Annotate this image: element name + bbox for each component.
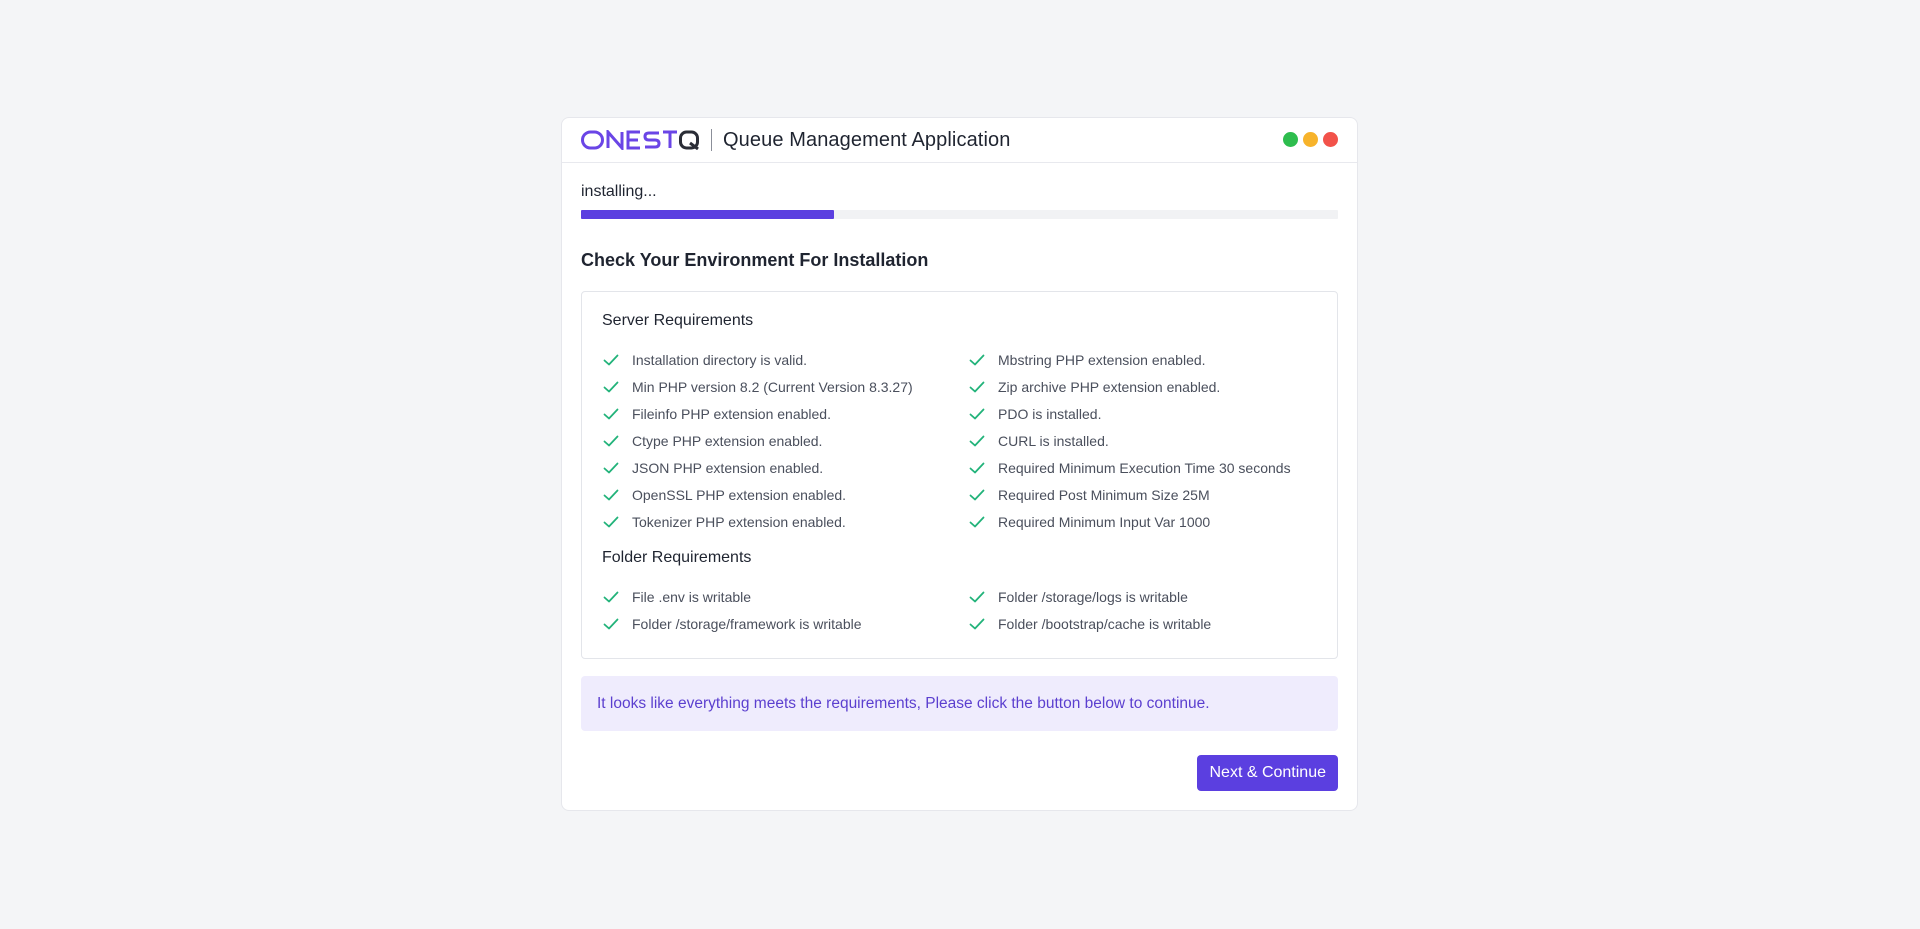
requirement-item: JSON PHP extension enabled. [602, 454, 968, 481]
requirement-label: Installation directory is valid. [632, 351, 808, 368]
requirement-label: Required Minimum Execution Time 30 secon… [998, 459, 1291, 476]
requirement-item: Installation directory is valid. [602, 346, 968, 373]
progress-bar [581, 210, 1338, 219]
requirement-item: Ctype PHP extension enabled. [602, 427, 968, 454]
requirement-label: JSON PHP extension enabled. [632, 459, 824, 476]
requirement-item: Min PHP version 8.2 (Current Version 8.3… [602, 373, 968, 400]
requirement-label: Ctype PHP extension enabled. [632, 432, 823, 449]
check-icon [969, 354, 985, 365]
requirements-notice: It looks like everything meets the requi… [581, 676, 1338, 731]
next-continue-button[interactable]: Next & Continue [1197, 755, 1338, 791]
requirement-label: CURL is installed. [998, 432, 1109, 449]
requirement-item: OpenSSL PHP extension enabled. [602, 481, 968, 508]
check-icon [603, 408, 619, 419]
requirement-label: File .env is writable [632, 588, 752, 605]
requirement-item: Folder /storage/framework is writable [602, 610, 968, 637]
requirement-label: Mbstring PHP extension enabled. [998, 351, 1206, 368]
requirement-label: Tokenizer PHP extension enabled. [632, 513, 846, 530]
check-icon [969, 435, 985, 446]
requirement-item: Fileinfo PHP extension enabled. [602, 400, 968, 427]
onestq-logo-mark [581, 130, 699, 150]
check-icon [603, 516, 619, 527]
header-divider [711, 129, 712, 151]
installer-card: Queue Management Application installing.… [561, 117, 1358, 811]
check-icon [603, 354, 619, 365]
card-footer: Next & Continue [581, 755, 1338, 791]
check-icon [603, 381, 619, 392]
check-icon [969, 618, 985, 629]
check-icon [969, 516, 985, 527]
check-icon [969, 591, 985, 602]
app-title: Queue Management Application [723, 128, 1011, 151]
folder-requirements-title: Folder Requirements [602, 549, 752, 566]
requirement-label: Folder /storage/framework is writable [632, 615, 862, 632]
check-icon [969, 408, 985, 419]
folder-requirements-list: File .env is writable Folder /storage/log… [602, 583, 1317, 637]
card-header: Queue Management Application [562, 118, 1357, 163]
requirement-item: Folder /bootstrap/cache is writable [968, 610, 1317, 637]
card-body: installing... Check Your Environment For… [562, 183, 1357, 791]
check-icon [603, 618, 619, 629]
green-dot-icon[interactable] [1283, 132, 1298, 147]
requirement-label: Folder /storage/logs is writable [998, 588, 1188, 605]
requirement-item: CURL is installed. [968, 427, 1317, 454]
check-icon [969, 381, 985, 392]
requirement-item: Required Minimum Input Var 1000 [968, 508, 1317, 535]
requirement-item: Zip archive PHP extension enabled. [968, 373, 1317, 400]
install-status-text: installing... [581, 183, 657, 200]
requirements-box: Server Requirements Installation directo… [581, 291, 1338, 659]
requirement-item: PDO is installed. [968, 400, 1317, 427]
window-controls [1283, 132, 1338, 147]
requirement-label: Required Minimum Input Var 1000 [998, 513, 1211, 530]
requirement-label: OpenSSL PHP extension enabled. [632, 486, 847, 503]
requirement-item: Folder /storage/logs is writable [968, 583, 1317, 610]
server-requirements-title: Server Requirements [602, 312, 754, 329]
page-title: Check Your Environment For Installation [581, 250, 929, 270]
server-requirements-list: Installation directory is valid. Mbstring… [602, 346, 1317, 535]
requirement-label: Required Post Minimum Size 25M [998, 486, 1210, 503]
check-icon [603, 489, 619, 500]
check-icon [603, 462, 619, 473]
requirement-item: Required Minimum Execution Time 30 secon… [968, 454, 1317, 481]
yellow-dot-icon[interactable] [1303, 132, 1318, 147]
progress-fill [581, 210, 834, 219]
check-icon [603, 435, 619, 446]
requirement-label: Fileinfo PHP extension enabled. [632, 405, 831, 422]
red-dot-icon[interactable] [1323, 132, 1338, 147]
check-icon [603, 591, 619, 602]
requirement-item: Mbstring PHP extension enabled. [968, 346, 1317, 373]
requirement-label: Zip archive PHP extension enabled. [998, 378, 1221, 395]
requirement-label: Folder /bootstrap/cache is writable [998, 615, 1212, 632]
requirement-item: Required Post Minimum Size 25M [968, 481, 1317, 508]
requirement-item: File .env is writable [602, 583, 968, 610]
onestq-logo [581, 129, 699, 151]
check-icon [969, 489, 985, 500]
requirement-label: Min PHP version 8.2 (Current Version 8.3… [632, 378, 913, 395]
check-icon [969, 462, 985, 473]
requirement-label: PDO is installed. [998, 405, 1102, 422]
requirement-item: Tokenizer PHP extension enabled. [602, 508, 968, 535]
